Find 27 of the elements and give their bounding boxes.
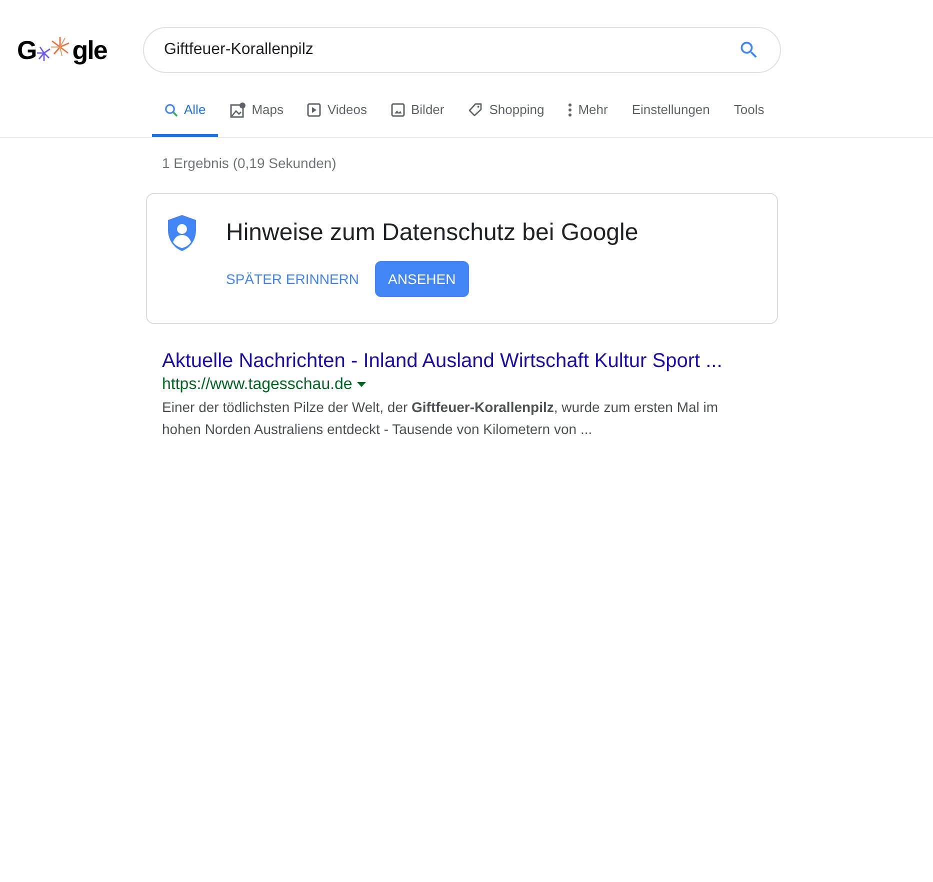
tag-icon [468,102,484,117]
image-icon [391,102,405,116]
search-field[interactable]: Giftfeuer-Korallenpilz [143,27,781,73]
map-icon [230,102,246,118]
dropdown-caret-icon[interactable] [357,382,366,388]
tab[interactable]: Einstellungen [620,82,722,137]
result-url: https://www.tagesschau.de [162,375,352,395]
more-icon [568,102,572,116]
tab[interactable]: Mehr [556,82,620,137]
shield-person-icon [166,214,198,252]
privacy-title: Hinweise zum Datenschutz bei Google [226,218,638,248]
tab[interactable]: Videos [295,82,379,137]
tab[interactable]: Bilder [379,82,456,137]
tab[interactable]: Tools [722,82,776,137]
view-button[interactable]: ANSEHEN [375,261,469,297]
result-stats: 1 Ergebnis (0,19 Sekunden) [161,154,338,173]
tab[interactable]: Maps [218,82,296,137]
result-snippet: Einer der tödlichsten Pilze der Welt, der Giftfeuer-Korallenpilz, wurde zum ersten Mal im hohen Norden Australiens entdeckt - Tausende von Kilometern von ... [162,398,720,439]
logo-letter: G [17,37,36,63]
play-icon [307,102,322,116]
result-title-link[interactable]: Aktuelle Nachrichten - Inland Ausland Wirtschaft Kultur Sport ... [162,348,778,374]
search-query: Giftfeuer-Korallenpilz [164,40,314,60]
logo-letters: gle [72,37,107,63]
search-icon [164,102,178,116]
tab[interactable]: Shopping [456,82,556,137]
tab[interactable]: Alle [152,82,218,137]
remind-later-button[interactable]: SPÄTER ERINNERN [226,261,360,297]
